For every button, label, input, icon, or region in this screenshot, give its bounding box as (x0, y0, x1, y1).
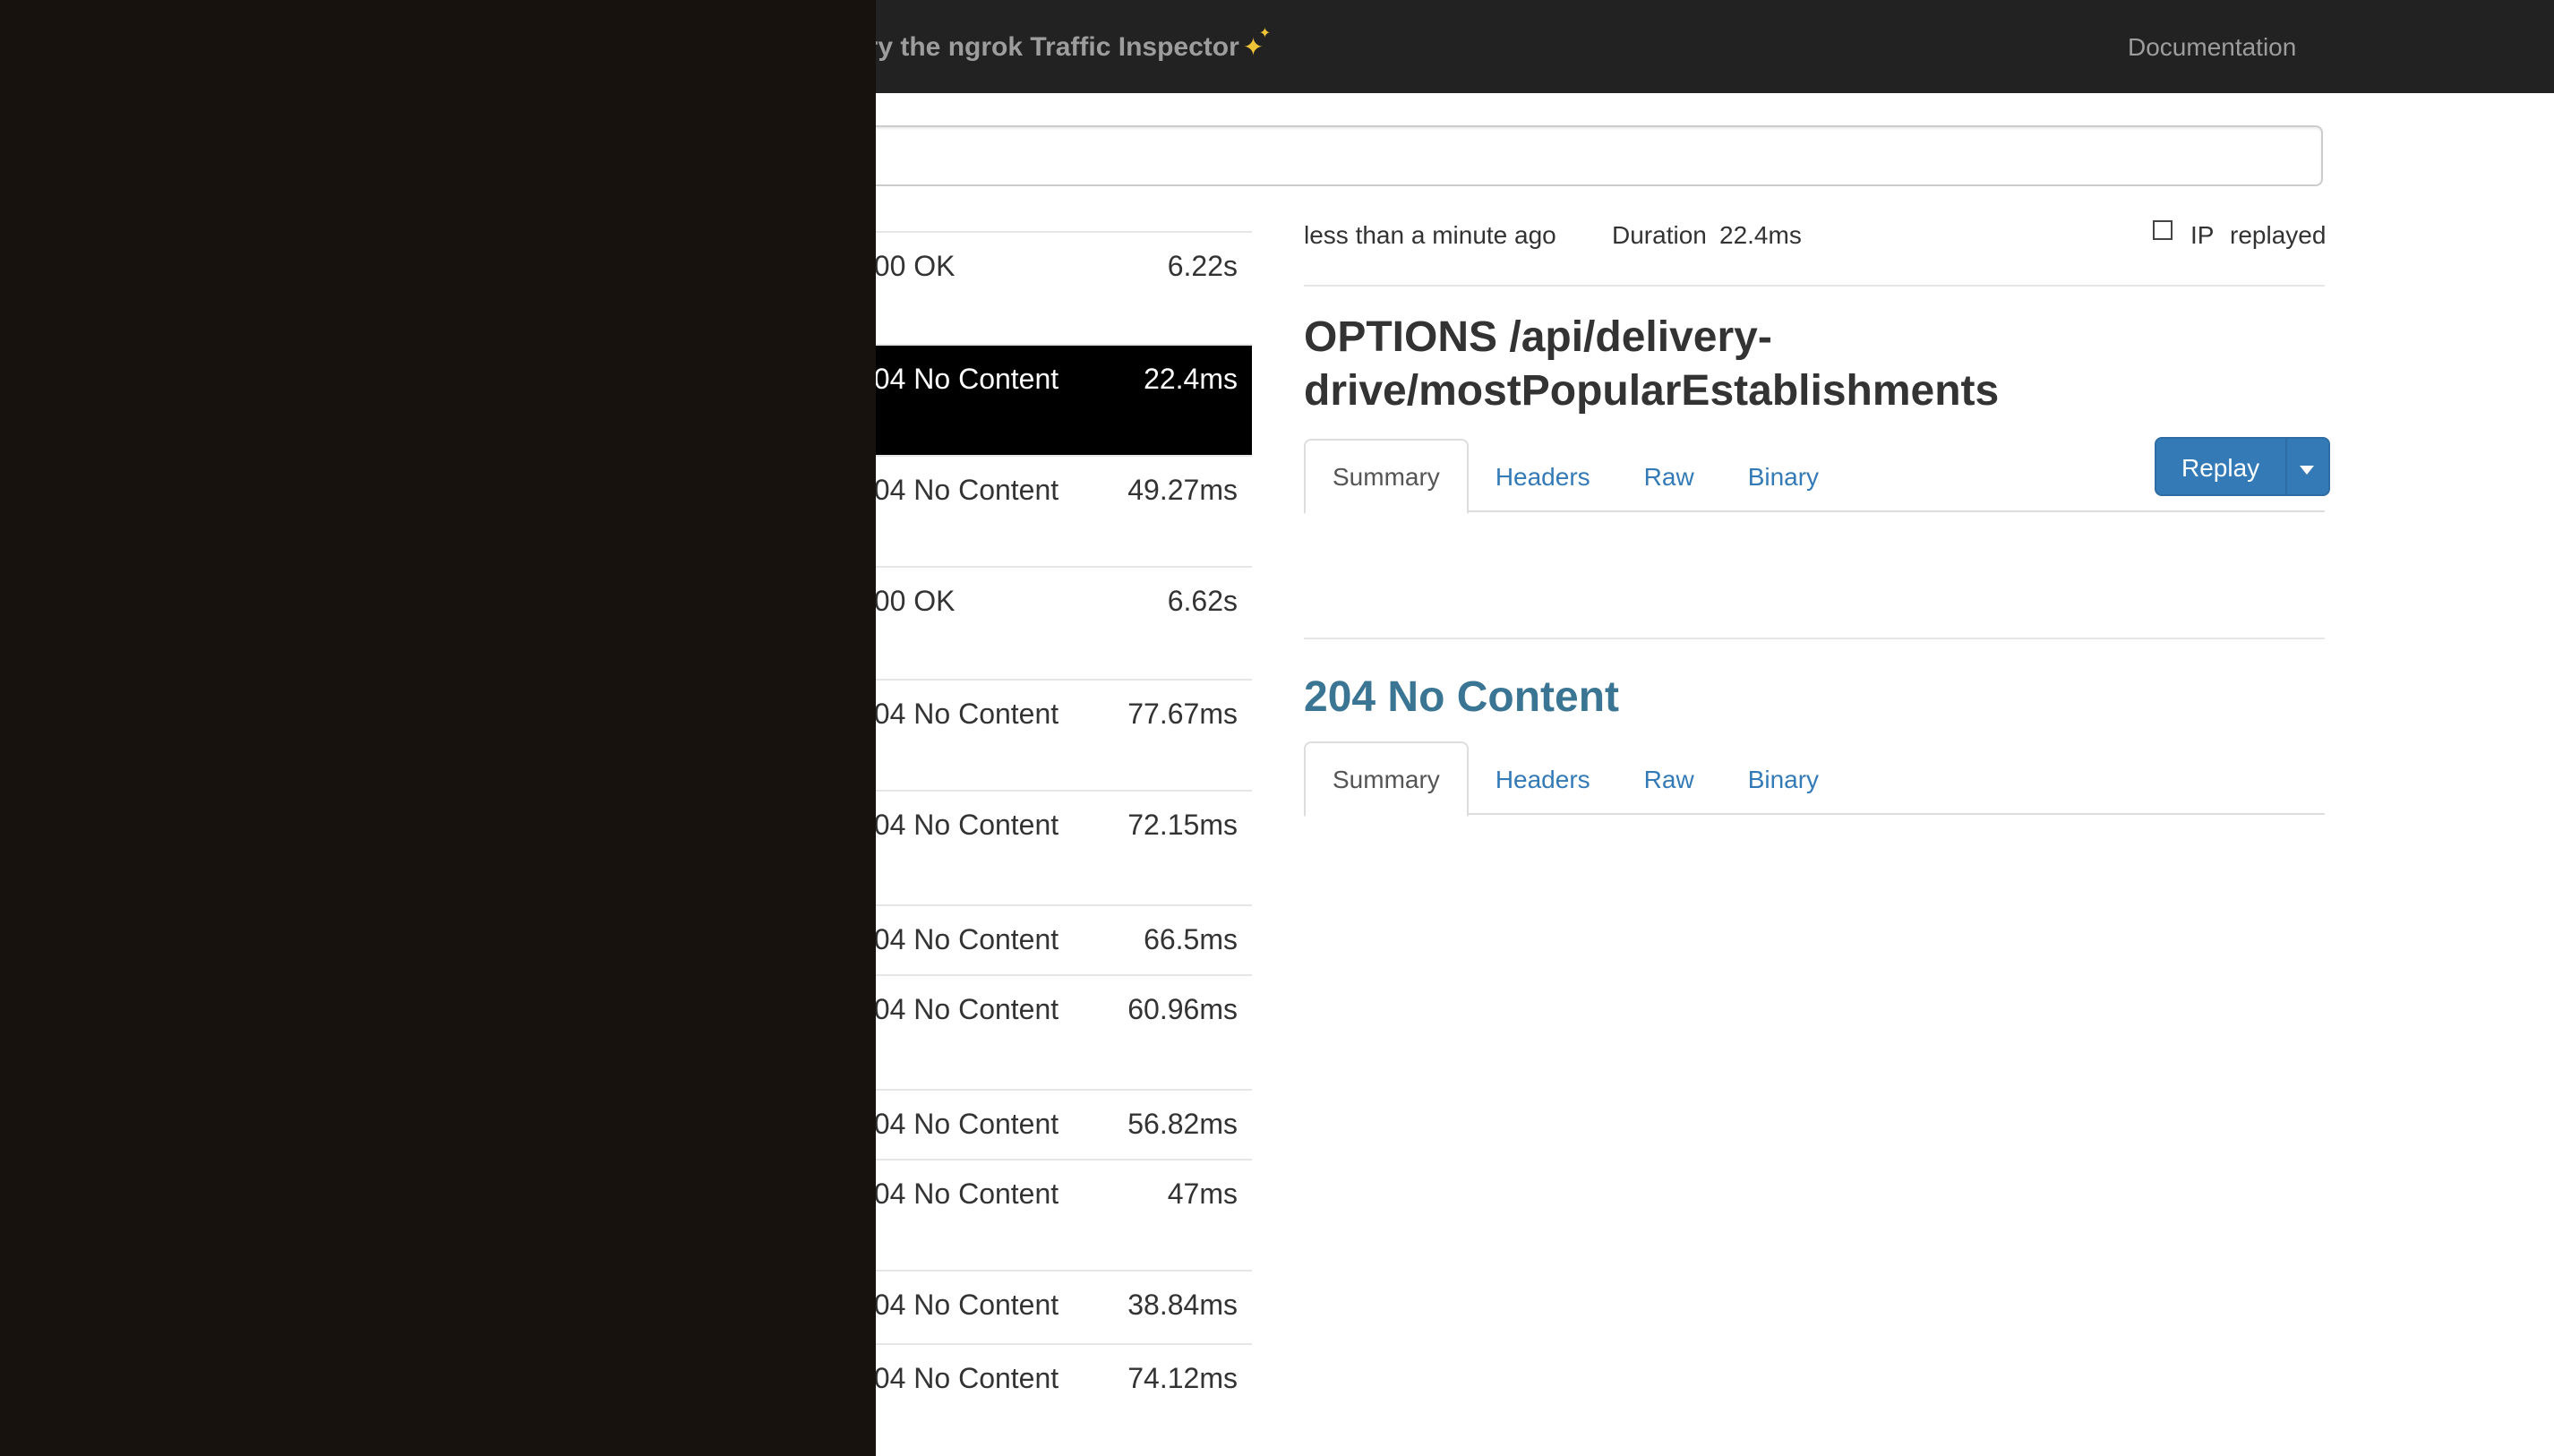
request-list-item[interactable]: 204 No Content 60.96ms (833, 976, 1252, 1091)
ip-replayed-checkbox[interactable] (2153, 220, 2173, 240)
divider (1304, 638, 2325, 639)
request-list-item[interactable]: 200 OK6.22s (833, 233, 1252, 346)
request-duration-text: 66.5ms (1144, 924, 1238, 960)
request-list-item[interactable]: 200 OK6.62s (833, 568, 1252, 681)
caret-down-icon (2300, 465, 2314, 474)
request-time-ago: less than a minute ago (1304, 217, 1556, 253)
replayed-label: replayed (2230, 217, 2326, 253)
tab-headers[interactable]: Headers (1469, 441, 1617, 512)
dark-overlay-panel (0, 0, 876, 1456)
request-status-text: 204 No Content (858, 698, 1058, 734)
request-duration-text: 74.12ms (1127, 1363, 1238, 1399)
request-status-text: 204 No Content (858, 475, 1058, 510)
request-list-item[interactable]: 204 No Content 56.82ms (833, 1091, 1252, 1161)
replay-button[interactable]: Replay (2155, 437, 2286, 496)
request-list-item[interactable]: 204 No Content 72.15ms (833, 792, 1252, 906)
request-duration-text: 60.96ms (1127, 994, 1238, 1030)
request-duration-text: 56.82ms (1127, 1109, 1238, 1144)
request-list-item[interactable]: 204 No Content 74.12ms (833, 1345, 1252, 1456)
divider (1304, 285, 2325, 287)
request-status-text: 204 No Content (858, 994, 1058, 1030)
navbar-brand-text: Try the ngrok Traffic Inspector (853, 32, 1239, 63)
sparkle-icon: ✦✦ (1243, 0, 1264, 93)
request-status-text: 204 No Content (858, 1178, 1058, 1214)
ip-label: IP (2190, 217, 2214, 253)
replay-dropdown-button[interactable] (2284, 437, 2329, 496)
request-title: OPTIONS /api/delivery-drive/mostPopularE… (1304, 312, 2325, 419)
tab-raw[interactable]: Raw (1617, 441, 1721, 512)
request-list-item[interactable]: 204 No Content 22.4ms (833, 346, 1252, 457)
response-status-heading: 204 No Content (1304, 677, 2325, 720)
tab-binary[interactable]: Binary (1721, 743, 1846, 815)
request-list-item[interactable]: 204 No Content 38.84ms (833, 1272, 1252, 1345)
tab-raw[interactable]: Raw (1617, 743, 1721, 815)
tab-binary[interactable]: Binary (1721, 441, 1846, 512)
tab-summary[interactable]: Summary (1304, 439, 1469, 514)
request-list-item[interactable]: 204 No Content 66.5ms (833, 906, 1252, 976)
navbar-brand: Try the ngrok Traffic Inspector✦✦ (853, 0, 1264, 93)
tab-headers[interactable]: Headers (1469, 743, 1617, 815)
request-duration-text: 6.62s (1168, 586, 1238, 621)
replay-button-group: Replay (2155, 437, 2329, 496)
request-duration-text: 38.84ms (1127, 1289, 1238, 1325)
request-duration-text: 6.22s (1168, 251, 1238, 287)
request-detail-panel: less than a minute ago Duration 22.4ms I… (1304, 0, 2325, 1456)
request-meta-row: less than a minute ago Duration 22.4ms I… (1304, 217, 2325, 253)
tab-summary[interactable]: Summary (1304, 741, 1469, 817)
request-list: 200 OK6.22s204 No Content22.4ms204 No Co… (833, 231, 1252, 1456)
request-status-text: 204 No Content (858, 364, 1058, 399)
request-list-item[interactable]: 204 No Content 47ms (833, 1161, 1252, 1272)
request-duration-text: 72.15ms (1127, 809, 1238, 845)
request-status-text: 204 No Content (858, 1289, 1058, 1325)
duration-label: Duration (1612, 217, 1707, 253)
request-duration-text: 77.67ms (1127, 698, 1238, 734)
request-duration-text: 47ms (1168, 1178, 1238, 1214)
request-duration-text: 22.4ms (1144, 364, 1238, 399)
response-tabs: SummaryHeadersRawBinary (1304, 741, 2325, 815)
request-status-text: 204 No Content (858, 1109, 1058, 1144)
request-status-text: 204 No Content (858, 809, 1058, 845)
request-duration-text: 49.27ms (1127, 475, 1238, 510)
request-list-item[interactable]: 204 No Content 49.27ms (833, 457, 1252, 568)
request-status-text: 204 No Content (858, 1363, 1058, 1399)
request-status-text: 204 No Content (858, 924, 1058, 960)
ngrok-inspector-app: Try the ngrok Traffic Inspector✦✦ Docume… (0, 0, 2554, 1456)
duration-value: 22.4ms (1719, 217, 1802, 253)
request-list-item[interactable]: 204 No Content 77.67ms (833, 681, 1252, 792)
